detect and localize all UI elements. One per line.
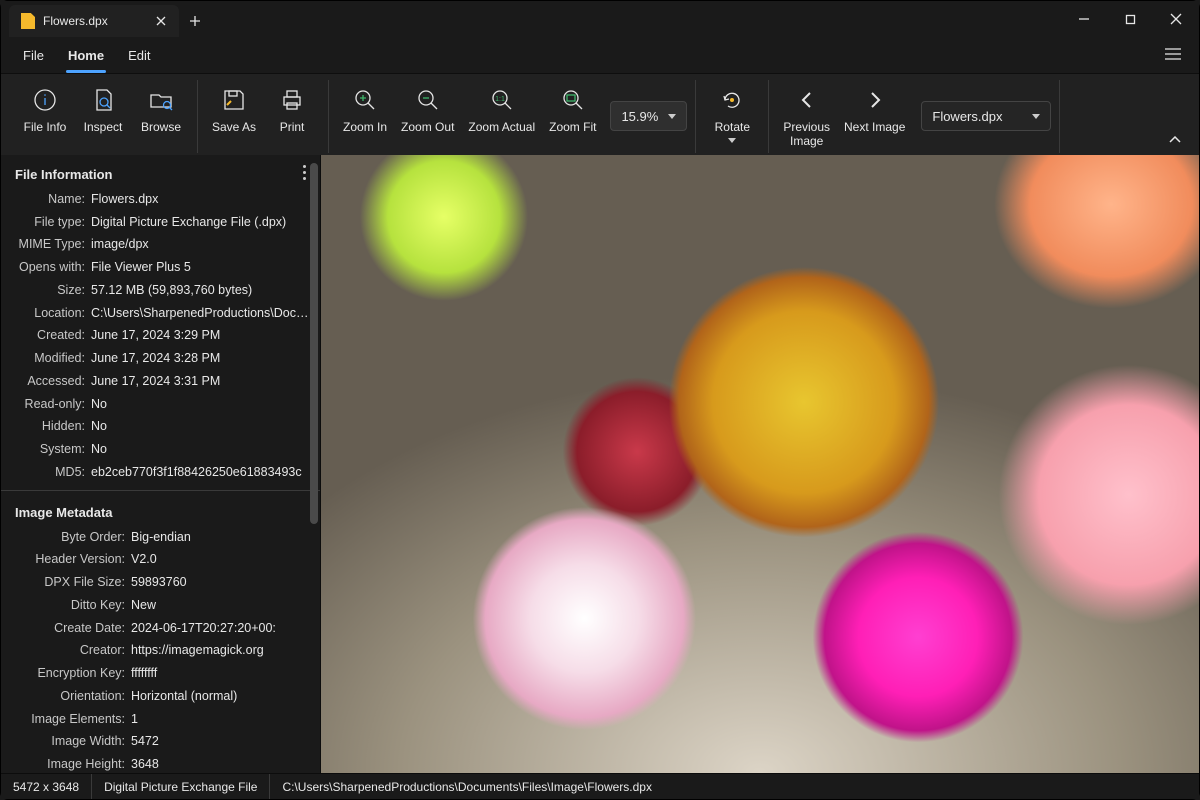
info-readonly: No (91, 395, 312, 414)
ribbon-label: Next Image (844, 120, 905, 134)
ribbon-label: Zoom Actual (468, 120, 535, 134)
zoom-level-combo[interactable]: 15.9% (610, 101, 687, 131)
menu-edit[interactable]: Edit (118, 42, 160, 69)
maximize-button[interactable] (1107, 1, 1153, 37)
zoom-actual-icon: 1:1 (488, 86, 516, 114)
zoom-out-button[interactable]: Zoom Out (395, 80, 460, 138)
info-accessed: June 17, 2024 3:31 PM (91, 372, 312, 391)
zoom-fit-button[interactable]: Zoom Fit (543, 80, 602, 138)
image-content (321, 155, 1199, 773)
svg-text:1:1: 1:1 (495, 96, 505, 103)
zoom-actual-button[interactable]: 1:1 Zoom Actual (462, 80, 541, 138)
new-tab-button[interactable] (179, 5, 211, 37)
chevron-right-icon (861, 86, 889, 114)
info-opens-with: File Viewer Plus 5 (91, 258, 312, 277)
browse-button[interactable]: Browse (133, 80, 189, 138)
titlebar: Flowers.dpx (1, 1, 1199, 37)
chevron-down-icon (1032, 114, 1040, 119)
image-viewport[interactable] (321, 155, 1199, 773)
info-size: 57.12 MB (59,893,760 bytes) (91, 281, 312, 300)
ribbon-label: Save As (212, 120, 256, 134)
meta-image-height: 3648 (131, 755, 312, 773)
sidebar-scrollbar[interactable] (310, 163, 318, 765)
meta-orientation: Horizontal (normal) (131, 687, 312, 706)
close-button[interactable] (1153, 1, 1199, 37)
info-hidden: No (91, 417, 312, 436)
inspect-icon (89, 86, 117, 114)
status-dimensions: 5472 x 3648 (1, 774, 92, 799)
info-filetype: Digital Picture Exchange File (.dpx) (91, 213, 312, 232)
meta-ditto-key: New (131, 596, 312, 615)
document-tab[interactable]: Flowers.dpx (9, 5, 179, 37)
info-name: Flowers.dpx (91, 190, 312, 209)
zoom-out-icon (414, 86, 442, 114)
next-image-button[interactable]: Next Image (838, 80, 911, 138)
info-md5: eb2ceb770f3f1f88426250e61883493c (91, 463, 312, 482)
rotate-button[interactable]: Rotate (704, 80, 760, 147)
hamburger-menu[interactable] (1159, 42, 1187, 69)
inspect-button[interactable]: Inspect (75, 80, 131, 138)
ribbon-label: Print (280, 120, 305, 134)
meta-image-elements: 1 (131, 710, 312, 729)
zoom-fit-icon (559, 86, 587, 114)
zoom-in-button[interactable]: Zoom In (337, 80, 393, 138)
info-location: C:\Users\SharpenedProductions\Docu... (91, 304, 312, 323)
ribbon-label: Zoom Fit (549, 120, 596, 134)
menu-file[interactable]: File (13, 42, 54, 69)
window-controls (1061, 1, 1199, 37)
info-system: No (91, 440, 312, 459)
meta-image-width: 5472 (131, 732, 312, 751)
ribbon: File Info Inspect Browse Save As Print Z… (1, 73, 1199, 155)
status-bar: 5472 x 3648 Digital Picture Exchange Fil… (1, 773, 1199, 799)
info-panel: File Information Name:Flowers.dpx File t… (1, 155, 321, 773)
panel-menu-button[interactable] (299, 161, 310, 184)
ribbon-label: File Info (24, 120, 67, 134)
ribbon-label: Previous Image (783, 120, 830, 149)
tab-close-button[interactable] (153, 13, 169, 29)
file-info-button[interactable]: File Info (17, 80, 73, 138)
file-selector-combo[interactable]: Flowers.dpx (921, 101, 1051, 131)
previous-image-button[interactable]: Previous Image (777, 80, 836, 153)
info-created: June 17, 2024 3:29 PM (91, 326, 312, 345)
meta-byte-order: Big-endian (131, 528, 312, 547)
file-info-heading: File Information (1, 159, 320, 188)
collapse-ribbon-button[interactable] (1159, 126, 1191, 153)
ribbon-label: Inspect (84, 120, 123, 134)
ribbon-label: Rotate (715, 120, 750, 134)
info-icon (31, 86, 59, 114)
menu-home[interactable]: Home (58, 42, 114, 69)
info-modified: June 17, 2024 3:28 PM (91, 349, 312, 368)
file-icon (21, 13, 35, 29)
rotate-icon (718, 86, 746, 114)
tab-title: Flowers.dpx (43, 14, 145, 28)
save-icon (220, 86, 248, 114)
folder-icon (147, 86, 175, 114)
ribbon-label: Zoom In (343, 120, 387, 134)
save-as-button[interactable]: Save As (206, 80, 262, 138)
file-selector-value: Flowers.dpx (932, 109, 1024, 124)
ribbon-label: Browse (141, 120, 181, 134)
print-button[interactable]: Print (264, 80, 320, 138)
status-filetype: Digital Picture Exchange File (92, 774, 270, 799)
ribbon-label: Zoom Out (401, 120, 454, 134)
meta-header-version: V2.0 (131, 550, 312, 569)
minimize-button[interactable] (1061, 1, 1107, 37)
chevron-left-icon (793, 86, 821, 114)
menubar: File Home Edit (1, 37, 1199, 73)
meta-creator: https://imagemagick.org (131, 641, 312, 660)
print-icon (278, 86, 306, 114)
meta-create-date: 2024-06-17T20:27:20+00: (131, 619, 312, 638)
meta-encryption-key: ffffffff (131, 664, 312, 683)
meta-dpx-filesize: 59893760 (131, 573, 312, 592)
chevron-down-icon (728, 138, 736, 143)
info-mime: image/dpx (91, 235, 312, 254)
status-path: C:\Users\SharpenedProductions\Documents\… (270, 774, 664, 799)
zoom-value: 15.9% (621, 109, 658, 124)
image-metadata-heading: Image Metadata (1, 497, 320, 526)
zoom-in-icon (351, 86, 379, 114)
chevron-down-icon (668, 114, 676, 119)
